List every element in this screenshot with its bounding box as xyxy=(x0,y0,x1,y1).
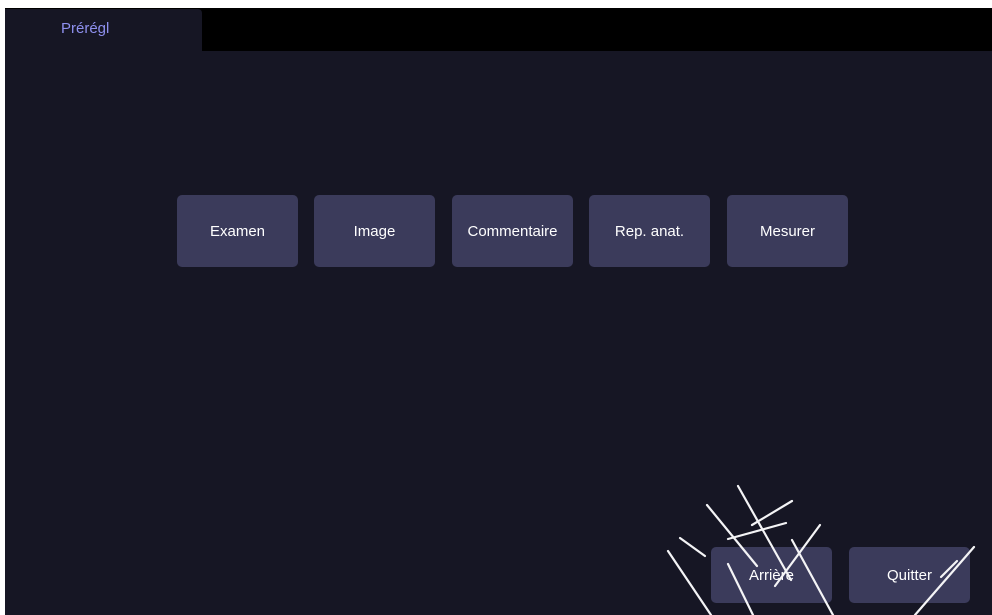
anatomy-marker-button[interactable]: Rep. anat. xyxy=(589,195,710,267)
anatomy-marker-button-label: Rep. anat. xyxy=(614,222,685,240)
measure-button[interactable]: Mesurer xyxy=(727,195,848,267)
image-button[interactable]: Image xyxy=(314,195,435,267)
image-button-label: Image xyxy=(353,222,396,240)
back-button[interactable]: Arrière xyxy=(711,547,832,603)
quit-button[interactable]: Quitter xyxy=(849,547,970,603)
exam-button-label: Examen xyxy=(209,222,266,240)
main-panel: Examen Image Commentaire Rep. anat. Mesu… xyxy=(5,51,992,615)
comment-button-label: Commentaire xyxy=(467,222,558,240)
tab-bar: Prérégl xyxy=(5,8,992,51)
tab-label: Prérégl xyxy=(61,20,110,37)
tab-presets[interactable]: Prérégl xyxy=(5,9,202,51)
quit-button-label: Quitter xyxy=(886,566,932,584)
measure-button-label: Mesurer xyxy=(759,222,815,240)
back-button-label: Arrière xyxy=(748,566,794,584)
exam-button[interactable]: Examen xyxy=(177,195,298,267)
app-window: Prérégl Examen Image Commentaire Rep. an… xyxy=(5,8,992,615)
comment-button[interactable]: Commentaire xyxy=(452,195,573,267)
